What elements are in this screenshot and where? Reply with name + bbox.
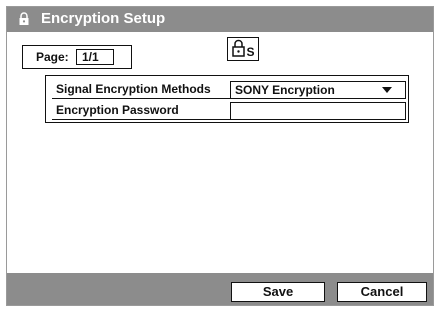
title-bar: Encryption Setup: [7, 7, 433, 32]
lock-s-letter: S: [247, 45, 255, 59]
page-indicator: Page: 1/1: [22, 45, 132, 69]
encryption-settings-panel: Signal Encryption Methods SONY Encryptio…: [45, 75, 409, 123]
page-value: 1/1: [76, 49, 114, 65]
cancel-button[interactable]: Cancel: [337, 282, 427, 302]
encryption-password-label: Encryption Password: [56, 103, 179, 117]
encryption-password-field[interactable]: [230, 102, 406, 120]
encryption-setup-window: Encryption Setup Page: 1/1 S Signal Encr…: [6, 6, 434, 306]
window-title: Encryption Setup: [41, 10, 166, 27]
bottom-action-bar: Save Cancel: [7, 273, 433, 305]
lock-s-icon: S: [227, 37, 259, 61]
chevron-down-icon: [382, 87, 392, 93]
encryption-password-row: Encryption Password: [52, 101, 406, 120]
page-label: Page:: [36, 50, 69, 64]
signal-encryption-methods-label: Signal Encryption Methods: [56, 82, 211, 96]
signal-encryption-methods-dropdown[interactable]: SONY Encryption: [230, 81, 406, 99]
signal-encryption-methods-row: Signal Encryption Methods SONY Encryptio…: [52, 80, 406, 99]
save-button[interactable]: Save: [231, 282, 325, 302]
lock-icon: [19, 12, 29, 25]
signal-encryption-methods-value: SONY Encryption: [235, 83, 335, 97]
